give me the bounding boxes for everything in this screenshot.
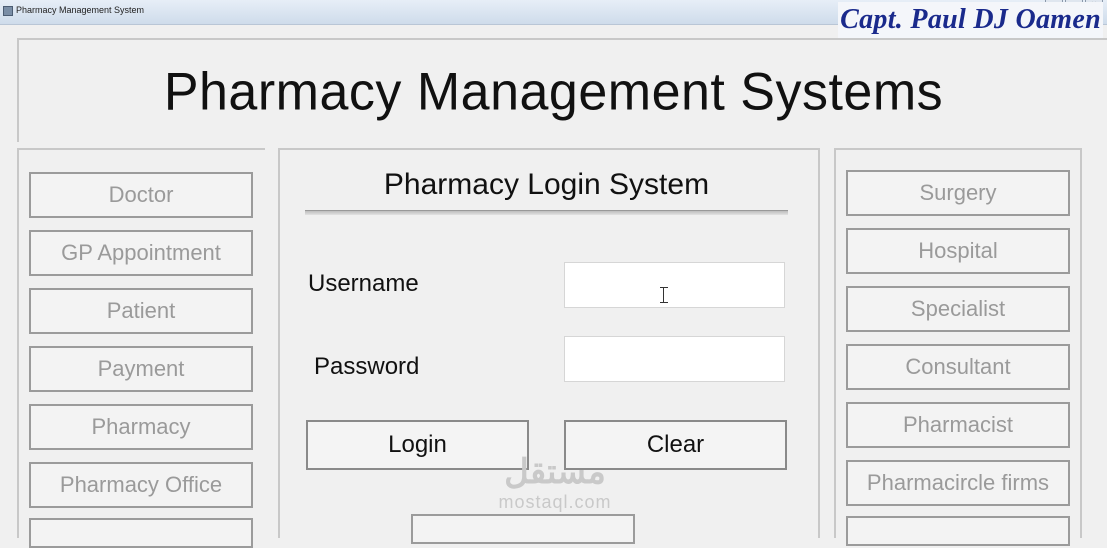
consultant-button[interactable]: Consultant	[846, 344, 1070, 390]
password-label: Password	[314, 353, 420, 380]
right-nav-extra-button[interactable]	[846, 516, 1070, 546]
pharmacy-office-button[interactable]: Pharmacy Office	[29, 462, 253, 508]
watermark-latin: mostaql.com	[498, 492, 612, 512]
pharmacircle-firms-button[interactable]: Pharmacircle firms	[846, 460, 1070, 506]
page-title: Pharmacy Management Systems	[163, 62, 944, 122]
login-title: Pharmacy Login System	[383, 168, 710, 201]
app-icon	[3, 6, 13, 16]
patient-button[interactable]: Patient	[29, 288, 253, 334]
gp-appointment-button[interactable]: GP Appointment	[29, 230, 253, 276]
username-input[interactable]	[564, 262, 785, 308]
surgery-button[interactable]: Surgery	[846, 170, 1070, 216]
watermark: مستقل mostaql.com	[480, 452, 630, 522]
login-title-divider	[305, 210, 788, 215]
watermark-arabic: مستقل	[504, 453, 606, 491]
pharmacy-button[interactable]: Pharmacy	[29, 404, 253, 450]
pharmacist-button[interactable]: Pharmacist	[846, 402, 1070, 448]
doctor-button[interactable]: Doctor	[29, 172, 253, 218]
window-title: Pharmacy Management System	[16, 5, 145, 15]
username-label: Username	[308, 270, 419, 297]
specialist-button[interactable]: Specialist	[846, 286, 1070, 332]
left-nav-extra-button[interactable]	[29, 518, 253, 548]
hospital-button[interactable]: Hospital	[846, 228, 1070, 274]
text-cursor-icon	[660, 287, 668, 303]
payment-button[interactable]: Payment	[29, 346, 253, 392]
password-input[interactable]	[564, 336, 785, 382]
author-credit: Capt. Paul DJ Oamen	[838, 2, 1103, 38]
